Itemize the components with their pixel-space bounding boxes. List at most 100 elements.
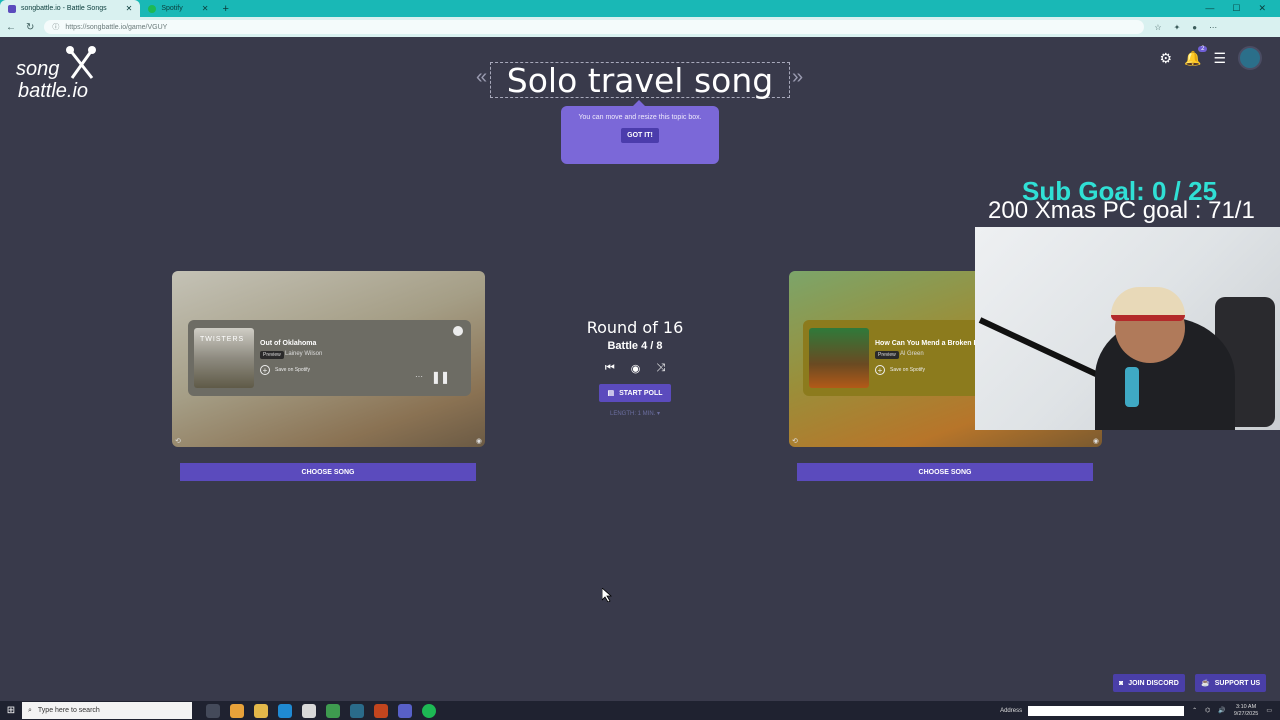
close-icon[interactable]: ✕	[202, 4, 209, 13]
avatar[interactable]	[1238, 46, 1262, 70]
edge-icon[interactable]	[278, 703, 292, 718]
coffee-icon: ☕	[1201, 680, 1210, 687]
artist-name[interactable]: Al Green	[900, 351, 924, 357]
start-poll-button[interactable]: ▤ START POLL	[599, 384, 671, 402]
windows-start-icon[interactable]: ⊞	[0, 705, 22, 716]
notification-badge: 2	[1198, 45, 1208, 52]
site-info-icon[interactable]: ⓘ	[52, 22, 59, 32]
discord-icon: ◙	[1119, 679, 1124, 687]
extensions-icon[interactable]: ✦	[1174, 23, 1181, 32]
album-art: TWISTERS	[194, 328, 254, 388]
plus-icon: +	[875, 365, 885, 375]
notification-bell-icon[interactable]: 🔔 2	[1184, 45, 1208, 67]
spotify-embed: TWISTERS Out of Oklahoma Preview Lainey …	[188, 320, 471, 396]
tray-chevron-icon[interactable]: ⌃	[1192, 707, 1197, 714]
file-explorer-icon[interactable]	[254, 703, 268, 718]
logo-text-line2: battle.io	[18, 80, 89, 102]
more-options-icon[interactable]: ···	[415, 372, 423, 381]
choose-song-right-button[interactable]: CHOOSE SONG	[797, 463, 1093, 481]
support-us-button[interactable]: ☕ SUPPORT US	[1195, 674, 1267, 692]
hide-icon[interactable]: ◉	[476, 437, 482, 445]
clock-date: 9/27/2025	[1233, 710, 1259, 717]
new-tab-icon[interactable]: +	[216, 3, 234, 15]
battle-counter: Battle 4 / 8	[607, 340, 663, 352]
preview-badge: Preview	[875, 351, 899, 359]
start-poll-label: START POLL	[619, 389, 663, 397]
previous-topic-icon[interactable]: «	[476, 66, 487, 89]
menu-dots-icon[interactable]: ⋯	[1209, 23, 1217, 32]
hide-icon[interactable]: ◉	[1093, 437, 1099, 445]
terminal-icon[interactable]	[350, 703, 364, 718]
swap-song-icon[interactable]: ⟲	[792, 437, 798, 445]
profile-icon[interactable]: ●	[1192, 23, 1197, 32]
album-art-text: TWISTERS	[200, 336, 245, 343]
task-view-icon[interactable]	[206, 703, 220, 718]
logo-text-line1: song	[16, 58, 60, 80]
close-window-icon[interactable]: ✕	[1258, 3, 1266, 14]
chrome-icon[interactable]	[230, 703, 244, 718]
taskbar-search[interactable]: ⌕ Type here to search	[22, 702, 192, 719]
clock-time: 3:10 AM	[1236, 703, 1257, 710]
poll-icon: ▤	[607, 390, 615, 397]
swap-song-icon[interactable]: ⟲	[175, 437, 181, 445]
plus-icon: +	[260, 365, 270, 375]
tab-songbattle[interactable]: songbattle.io - Battle Songs ✕	[0, 0, 141, 17]
spotify-logo-icon[interactable]	[453, 326, 463, 336]
round-label: Round of 16	[586, 318, 684, 337]
network-icon[interactable]: ⌬	[1205, 707, 1210, 714]
notepad-icon[interactable]	[302, 703, 316, 718]
settings-gear-icon[interactable]: ⚙	[1159, 50, 1172, 67]
got-it-button[interactable]: GOT IT!	[621, 128, 659, 143]
close-icon[interactable]: ✕	[126, 4, 133, 13]
tab-spotify[interactable]: Spotify ✕	[140, 0, 216, 17]
song-title[interactable]: Out of Oklahoma	[260, 340, 316, 347]
webcam-feed	[975, 227, 1280, 430]
pause-icon[interactable]: ❚❚	[431, 370, 450, 384]
mic-toggle-icon[interactable]: ◉	[631, 362, 641, 375]
choose-song-left-button[interactable]: CHOOSE SONG	[180, 463, 476, 481]
spotify-icon[interactable]	[422, 703, 436, 718]
url-text: https://songbattle.io/game/VGUY	[65, 23, 168, 31]
reload-icon[interactable]: ↻	[26, 22, 34, 33]
crossed-mics-icon	[66, 46, 96, 79]
topic-box[interactable]: Solo travel song	[490, 60, 790, 100]
header-actions: ⚙ 🔔 2 ☰	[1159, 45, 1262, 70]
back-icon[interactable]: ←	[6, 22, 16, 33]
topic-hint-tooltip: You can move and resize this topic box. …	[561, 100, 719, 164]
songbattle-logo[interactable]: song battle.io	[16, 46, 106, 104]
artist-name[interactable]: Lainey Wilson	[285, 351, 322, 357]
song-card-left: TWISTERS Out of Oklahoma Preview Lainey …	[172, 271, 485, 447]
address-label: Address	[1000, 707, 1023, 714]
hamburger-menu-icon[interactable]: ☰	[1213, 50, 1226, 67]
join-discord-button[interactable]: ◙ JOIN DISCORD	[1113, 674, 1185, 692]
maximize-icon[interactable]: ☐	[1232, 3, 1240, 14]
app-icon[interactable]	[326, 703, 340, 718]
address-input[interactable]	[1028, 705, 1185, 716]
taskbar-search-placeholder: Type here to search	[37, 707, 100, 714]
save-on-spotify-button[interactable]: + Save on Spotify	[875, 365, 925, 375]
tab-label: songbattle.io - Battle Songs	[21, 5, 107, 12]
save-on-spotify-button[interactable]: + Save on Spotify	[260, 365, 310, 375]
minimize-icon[interactable]: —	[1205, 3, 1214, 14]
support-us-label: SUPPORT US	[1214, 679, 1261, 687]
topic-title: Solo travel song	[506, 60, 774, 100]
previous-icon[interactable]: ⏮	[605, 362, 615, 375]
url-field[interactable]: ⓘ https://songbattle.io/game/VGUY	[44, 20, 1145, 34]
webcam-microphone	[1125, 367, 1139, 407]
battle-controls: ⏮ ◉ ⤨	[560, 362, 710, 375]
calendar-icon[interactable]	[374, 703, 388, 718]
browser-tab-bar: songbattle.io - Battle Songs ✕ Spotify ✕…	[0, 0, 1280, 17]
obs-icon[interactable]	[398, 703, 412, 718]
notifications-icon[interactable]: ▭	[1266, 707, 1272, 714]
volume-icon[interactable]: 🔊	[1218, 707, 1225, 714]
address-toolbar: Address	[1000, 705, 1185, 716]
star-icon[interactable]: ☆	[1154, 23, 1161, 32]
system-clock[interactable]: 3:10 AM 9/27/2025	[1234, 704, 1258, 718]
poll-length-select[interactable]: LENGTH: 1 MIN. ▾	[560, 410, 710, 417]
next-topic-icon[interactable]: »	[792, 66, 803, 89]
search-icon: ⌕	[28, 706, 32, 714]
shuffle-icon[interactable]: ⤨	[656, 362, 665, 375]
save-label: Save on Spotify	[275, 367, 311, 373]
tooltip-message: You can move and resize this topic box.	[578, 114, 702, 121]
song-title[interactable]: How Can You Mend a Broken He	[875, 340, 982, 347]
